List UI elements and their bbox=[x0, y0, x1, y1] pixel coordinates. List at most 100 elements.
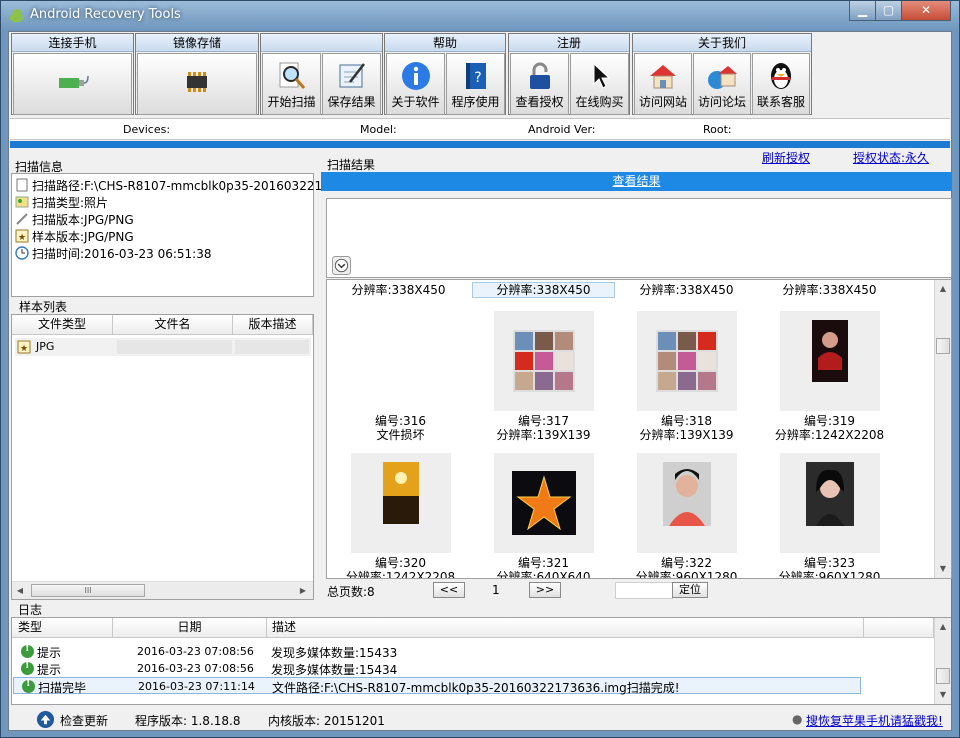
poster-photo-icon bbox=[383, 462, 419, 524]
maximize-button[interactable]: ▢ bbox=[875, 1, 902, 21]
log-row[interactable]: 提示 2016-03-23 07:08:56 发现多媒体数量:15433 bbox=[13, 643, 861, 660]
thumbnail-image bbox=[780, 311, 880, 411]
thumb-info: 分辨率:640X640 bbox=[496, 570, 591, 579]
vscroll-thumb[interactable] bbox=[936, 668, 950, 684]
log-date: 2016-03-23 07:08:56 bbox=[137, 662, 254, 675]
thumbnail-cell[interactable]: 编号:319 分辨率:1242X2208 bbox=[758, 311, 901, 454]
thumb-info: 分辨率:139X139 bbox=[496, 428, 591, 442]
log-desc: 发现多媒体数量:15433 bbox=[271, 646, 398, 660]
group-scan-title bbox=[261, 34, 382, 52]
thumb-id: 编号:320 bbox=[375, 556, 426, 570]
results-toolbar-panel bbox=[326, 198, 952, 278]
scroll-up-icon[interactable]: ▲ bbox=[935, 281, 951, 297]
license-status-link[interactable]: 授权状态:永久 bbox=[853, 149, 929, 166]
scroll-up-icon[interactable]: ▲ bbox=[935, 619, 951, 635]
sample-desc bbox=[235, 340, 309, 354]
check-update-link[interactable]: 检查更新 bbox=[60, 712, 108, 729]
house-icon bbox=[650, 65, 676, 89]
page-number: 1 bbox=[492, 583, 500, 597]
thumbnail-cell[interactable]: 编号:322 分辨率:960X1280 bbox=[615, 453, 758, 578]
visit-forum-button[interactable]: 访问论坛 bbox=[693, 53, 751, 115]
vscroll-thumb[interactable] bbox=[936, 338, 950, 354]
col-file-name[interactable]: 文件名 bbox=[113, 315, 233, 335]
log-row[interactable]: 提示 2016-03-23 07:08:56 发现多媒体数量:15434 bbox=[13, 660, 861, 677]
log-col-date[interactable]: 日期 bbox=[113, 618, 267, 638]
scan-time-row: 扫描时间:2016-03-23 06:51:38 bbox=[15, 245, 212, 262]
scan-results-title: 扫描结果 bbox=[327, 158, 376, 172]
thumbnail-cell[interactable]: 编号:320 分辨率:1242X2208 bbox=[329, 453, 472, 578]
locate-input[interactable] bbox=[615, 582, 673, 599]
thumbnail-cell[interactable]: 编号:316 文件损坏 bbox=[329, 311, 472, 454]
group-register: 注册 查看授权 在线购买 bbox=[508, 33, 630, 115]
thumbnail-cell[interactable]: 编号:318 分辨率:139X139 bbox=[615, 311, 758, 454]
scroll-right-icon[interactable]: ▶ bbox=[295, 583, 311, 599]
root-label: Root: bbox=[703, 123, 732, 136]
buy-online-button[interactable]: 在线购买 bbox=[570, 53, 629, 115]
sample-row[interactable]: ★ JPG bbox=[15, 338, 311, 356]
view-license-button[interactable]: 查看授权 bbox=[510, 53, 569, 115]
thumbnail-vscroll[interactable]: ▲ ▼ bbox=[934, 280, 951, 578]
magnifier-icon bbox=[279, 62, 305, 89]
contact-support-button[interactable]: 联系客服 bbox=[752, 53, 810, 115]
scroll-left-icon[interactable]: ◀ bbox=[12, 583, 28, 599]
info-icon bbox=[22, 678, 35, 693]
thumbnail-cell[interactable]: 编号:323 分辨率:960X1280 bbox=[758, 453, 901, 579]
photo-grid-icon bbox=[656, 330, 718, 392]
thumbnail-cell[interactable]: 编号:321 分辨率:640X640 bbox=[472, 453, 615, 579]
res-label: 分辨率:338X450 bbox=[639, 283, 734, 297]
res-label: 分辨率:338X450 bbox=[782, 283, 877, 297]
scan-type-text: 扫描类型:照片 bbox=[32, 196, 109, 210]
visit-website-button[interactable]: 访问网站 bbox=[634, 53, 692, 115]
scan-path-row: 扫描路径:F:\CHS-R8107-mmcblk0p35-20160322173… bbox=[15, 177, 356, 194]
main-client-area: 连接手机 镜像存储 开始扫描 保存结果 帮助 关于软件 ? 程序使用 注册 查看… bbox=[8, 31, 952, 731]
connect-phone-button[interactable] bbox=[13, 53, 132, 115]
log-desc: 发现多媒体数量:15434 bbox=[271, 663, 398, 677]
save-result-button[interactable]: 保存结果 bbox=[322, 53, 381, 115]
thumbnail-cell[interactable]: 编号:317 分辨率:139X139 bbox=[472, 311, 615, 454]
minimize-button[interactable]: ▁ bbox=[849, 1, 876, 21]
android-icon bbox=[10, 9, 24, 22]
locate-button[interactable]: 定位 bbox=[672, 582, 708, 598]
title-bar[interactable]: Android Recovery Tools ▁ ▢ ✕ bbox=[1, 1, 959, 31]
scroll-down-icon[interactable]: ▼ bbox=[935, 687, 951, 703]
scroll-down-icon[interactable]: ▼ bbox=[935, 561, 951, 577]
update-icon[interactable] bbox=[36, 710, 55, 729]
prev-page-button[interactable]: << bbox=[433, 582, 465, 598]
thumb-id: 编号:316 bbox=[375, 414, 426, 428]
log-col-type[interactable]: 类型 bbox=[12, 618, 113, 638]
log-row-selected[interactable]: 扫描完毕 2016-03-23 07:11:14 文件路径:F:\CHS-R81… bbox=[13, 677, 861, 695]
about-software-button[interactable]: 关于软件 bbox=[386, 53, 445, 115]
refresh-license-link[interactable]: 刷新授权 bbox=[762, 149, 810, 166]
res-label-selected[interactable]: 分辨率:338X450 bbox=[472, 282, 615, 298]
scan-info-panel: 扫描路径:F:\CHS-R8107-mmcblk0p35-20160322173… bbox=[11, 173, 356, 297]
program-usage-button[interactable]: ? 程序使用 bbox=[446, 53, 505, 115]
thumb-info: 分辨率:960X1280 bbox=[778, 570, 881, 579]
help-book-icon: ? bbox=[465, 63, 486, 89]
apple-recovery-link[interactable]: 搜恢复苹果手机请猛戳我! bbox=[806, 712, 943, 729]
start-scan-button[interactable]: 开始扫描 bbox=[262, 53, 321, 115]
photo-icon bbox=[15, 196, 29, 208]
log-vscroll[interactable]: ▲ ▼ bbox=[934, 618, 951, 704]
devices-label: Devices: bbox=[123, 123, 171, 136]
log-col-desc[interactable]: 描述 bbox=[267, 618, 864, 638]
portrait-photo-icon bbox=[663, 462, 711, 526]
thumb-id: 编号:321 bbox=[518, 556, 569, 570]
accent-bar bbox=[10, 141, 950, 148]
hscroll-thumb[interactable]: III bbox=[31, 584, 145, 597]
log-type: 提示 bbox=[37, 646, 62, 660]
col-version-desc[interactable]: 版本描述 bbox=[233, 315, 313, 335]
info-icon bbox=[21, 660, 34, 675]
document-icon bbox=[16, 178, 28, 192]
log-type: 提示 bbox=[37, 663, 62, 677]
image-storage-button[interactable] bbox=[137, 53, 257, 115]
sample-list-hscroll[interactable]: ◀ III ▶ bbox=[12, 581, 313, 599]
group-about-us-title: 关于我们 bbox=[633, 34, 811, 52]
next-page-button[interactable]: >> bbox=[529, 582, 561, 598]
info-icon bbox=[21, 643, 34, 658]
group-image-storage: 镜像存储 bbox=[135, 33, 259, 115]
close-button[interactable]: ✕ bbox=[901, 1, 951, 21]
col-file-type[interactable]: 文件类型 bbox=[12, 315, 113, 335]
globe-house-icon bbox=[708, 66, 737, 89]
view-results-link[interactable]: 查看结果 bbox=[612, 174, 660, 188]
expand-toggle-icon[interactable] bbox=[332, 256, 351, 275]
